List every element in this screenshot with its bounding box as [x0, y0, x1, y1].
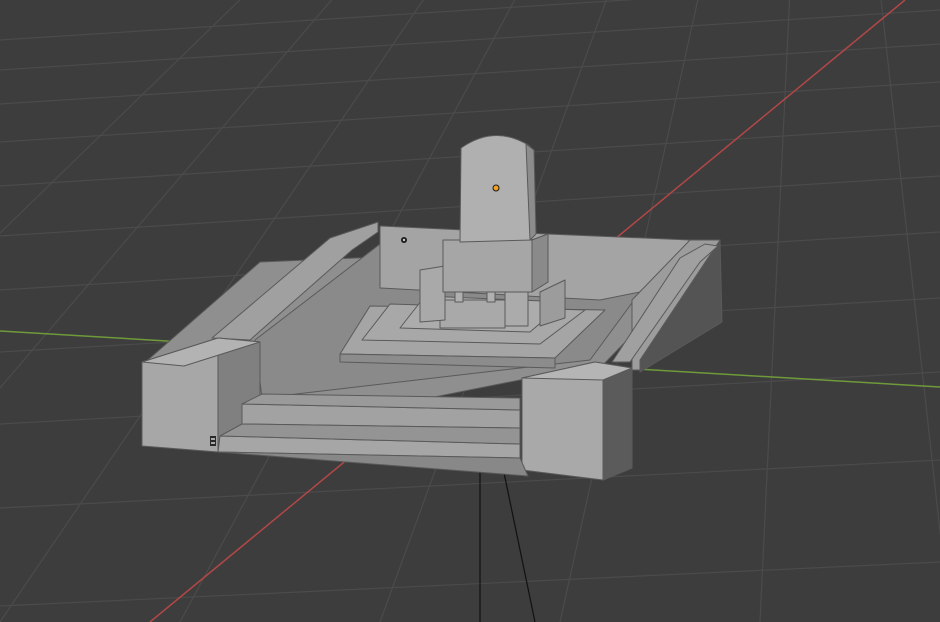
- grave-monument-object[interactable]: [141, 135, 723, 481]
- 3d-cursor-icon[interactable]: [210, 436, 216, 446]
- camera-icon[interactable]: [479, 467, 536, 622]
- 3d-viewport[interactable]: [0, 0, 940, 622]
- light-icon[interactable]: [401, 237, 407, 243]
- object-origin-icon: [492, 184, 500, 192]
- viewport-canvas[interactable]: [0, 0, 940, 622]
